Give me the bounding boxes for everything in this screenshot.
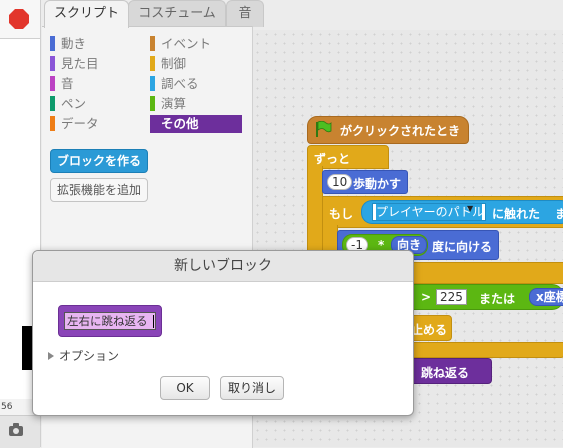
chevron-down-icon[interactable]: ▼ [467,204,473,213]
green-flag-icon [314,120,332,137]
color-swatch [150,96,155,111]
or-label: または [479,292,516,306]
overflow-text: ま [555,207,563,221]
add-extension-button[interactable]: 拡張機能を追加 [50,178,148,202]
move-label: 歩動かす [353,177,402,191]
category-label: イベント [161,36,212,51]
category-operators[interactable]: 演算 [150,95,242,113]
color-swatch [50,76,55,91]
touching-label: に触れた [492,207,541,221]
color-swatch [150,116,155,131]
ok-button[interactable]: OK [160,376,210,400]
cancel-button[interactable]: 取り消し [220,376,284,400]
category-label: データ [61,116,99,131]
block-name-input[interactable]: 左右に跳ね返る [64,312,156,330]
category-pen[interactable]: ペン [50,95,150,113]
color-swatch [150,36,155,51]
category-label: 調べる [161,76,199,91]
dialog-title: 新しいブロック [33,251,413,282]
x-position-reporter[interactable]: x座標 [529,288,563,306]
if-label: もし [329,207,354,221]
color-swatch [50,36,55,51]
touching-block[interactable]: プレイヤーのパドル ▼ に触れた [361,200,563,224]
if-block[interactable]: もし プレイヤーのパドル ▼ に触れた ま [322,196,563,228]
when-flag-clicked-block[interactable]: がクリックされたとき [307,116,469,144]
category-more-blocks[interactable]: その他 [150,115,242,133]
camera-icon[interactable] [9,423,23,436]
move-steps-block[interactable]: 10 歩動かす [322,170,408,194]
category-data[interactable]: データ [50,115,150,133]
make-block-button[interactable]: ブロックを作る [50,149,148,173]
forever-label: ずっと [314,152,351,166]
color-swatch [50,56,55,71]
category-label: 演算 [161,96,187,111]
color-swatch [150,56,155,71]
tab-sounds[interactable]: 音 [226,0,264,27]
new-block-dialog: 新しいブロック 左右に跳ね返る オプション OK 取り消し [32,250,414,416]
category-list: 動き イベント 見た目 制御 音 調べる ペン 演算 データ その他 [50,35,245,133]
category-control[interactable]: 制御 [150,55,242,73]
block-prototype: 左右に跳ね返る [58,305,162,337]
hat-label: がクリックされたとき [340,124,461,138]
point-label: 度に向ける [432,240,493,254]
category-sensing[interactable]: 調べる [150,75,242,93]
color-swatch [150,76,155,91]
number-225-input[interactable]: 225 [436,289,467,305]
category-label: 見た目 [61,56,99,71]
color-swatch [50,116,55,131]
coordinate-readout: 56 [1,402,13,412]
options-label: オプション [59,349,120,363]
disclosure-triangle-icon[interactable] [48,352,54,360]
category-label: 音 [61,76,74,91]
category-label: ペン [61,96,87,111]
steps-input[interactable]: 10 [327,174,353,190]
greater-than-sign: > [421,290,432,304]
tab-costumes[interactable]: コスチューム [128,0,226,27]
stop-label: 止める [411,323,448,337]
category-looks[interactable]: 見た目 [50,55,150,73]
text-caret [153,315,154,328]
category-label: 制御 [161,56,187,71]
color-swatch [50,96,55,111]
stop-icon[interactable] [9,9,29,29]
category-motion[interactable]: 動き [50,35,150,53]
category-label: その他 [161,116,199,131]
options-toggle[interactable]: オプション [48,347,119,364]
tab-scripts[interactable]: スクリプト [44,0,129,28]
category-label: 動き [61,36,87,51]
category-events[interactable]: イベント [150,35,242,53]
category-sound[interactable]: 音 [50,75,150,93]
